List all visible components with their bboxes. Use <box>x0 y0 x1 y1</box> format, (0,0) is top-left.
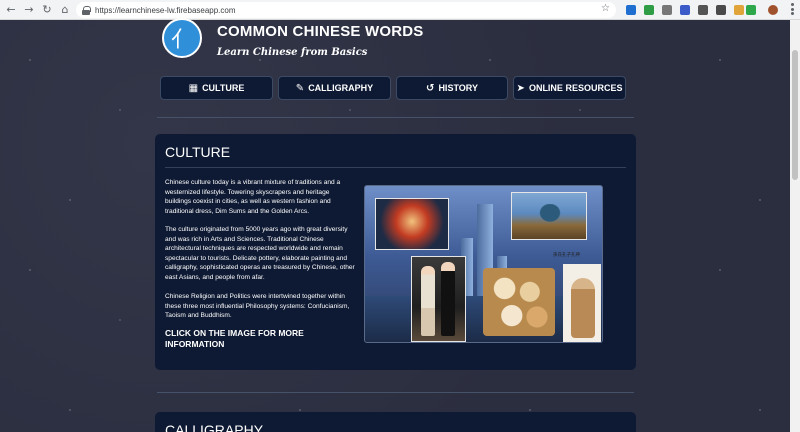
model-figure <box>441 262 455 336</box>
painting-inscription: 孫氏孔子孔神 <box>553 253 580 258</box>
opera-photo <box>375 198 449 250</box>
more-info-prompt: CLICK ON THE IMAGE FOR MORE INFORMATION <box>165 328 304 349</box>
culture-paragraph: Chinese culture today is a vibrant mixtu… <box>165 179 341 215</box>
logo-glyph: 亻 <box>170 28 193 53</box>
culture-paragraph: Chinese Religion and Politics were inter… <box>165 293 350 319</box>
back-icon[interactable]: ← <box>4 3 18 17</box>
divider <box>157 117 634 118</box>
scrollbar[interactable] <box>790 20 800 432</box>
lock-icon <box>82 5 91 15</box>
model-figure <box>421 266 435 336</box>
temple-roof-shape <box>535 204 565 226</box>
confucius-figure <box>571 278 595 338</box>
extension-icon[interactable] <box>746 5 756 15</box>
extension-icon[interactable] <box>698 5 708 15</box>
section-title: CULTURE <box>165 144 231 160</box>
fashion-photo <box>411 256 466 342</box>
divider <box>165 167 626 168</box>
site-subtitle: Learn Chinese from Basics <box>217 47 368 58</box>
extension-icon[interactable] <box>662 5 672 15</box>
section-title: CALLIGRAPHY <box>165 422 264 432</box>
nav-calligraphy-button[interactable]: ✎ CALLIGRAPHY <box>278 76 391 100</box>
nav-culture-button[interactable]: ▦ CULTURE <box>160 76 273 100</box>
building-columns-icon: ▦ <box>188 82 199 94</box>
address-bar[interactable]: https://learnchinese-lw.firebaseapp.com … <box>76 2 616 18</box>
nav-label: CALLIGRAPHY <box>308 83 374 93</box>
extension-icon[interactable] <box>680 5 690 15</box>
divider <box>157 392 634 393</box>
forward-icon[interactable]: → <box>22 3 36 17</box>
extension-icon[interactable] <box>626 5 636 15</box>
reload-icon[interactable]: ↻ <box>40 3 54 17</box>
home-icon[interactable]: ⌂ <box>58 3 72 17</box>
url-text: https://learnchinese-lw.firebaseapp.com <box>95 5 236 15</box>
calligraphy-card: CALLIGRAPHY <box>155 412 636 432</box>
profile-avatar[interactable] <box>768 5 778 15</box>
nav-online-resources-button[interactable]: ➤ ONLINE RESOURCES <box>513 76 626 100</box>
edit-icon: ✎ <box>295 82 305 94</box>
extension-icon[interactable] <box>734 5 744 15</box>
scrollbar-thumb[interactable] <box>792 50 798 180</box>
pointer-icon: ➤ <box>516 82 525 94</box>
nav-history-button[interactable]: ↺ HISTORY <box>396 76 508 100</box>
culture-paragraph: The culture originated from 5000 years a… <box>165 226 355 281</box>
nav-label: ONLINE RESOURCES <box>528 83 623 93</box>
browser-menu-icon[interactable] <box>791 3 794 15</box>
bookmark-star-icon[interactable]: ☆ <box>601 3 610 14</box>
browser-toolbar: ← → ↻ ⌂ https://learnchinese-lw.firebase… <box>0 0 800 20</box>
culture-card: CULTURE Chinese culture today is a vibra… <box>155 134 636 370</box>
site-title: COMMON CHINESE WORDS <box>217 23 424 40</box>
history-icon: ↺ <box>426 82 435 94</box>
site-logo[interactable]: 亻 <box>162 18 202 58</box>
nav-label: HISTORY <box>438 83 478 93</box>
extension-icon[interactable] <box>644 5 654 15</box>
culture-collage-image[interactable]: 孫氏孔子孔神 <box>364 185 603 343</box>
nav-label: CULTURE <box>202 83 245 93</box>
extension-icon[interactable] <box>716 5 726 15</box>
dim-sum-photo <box>483 268 555 336</box>
